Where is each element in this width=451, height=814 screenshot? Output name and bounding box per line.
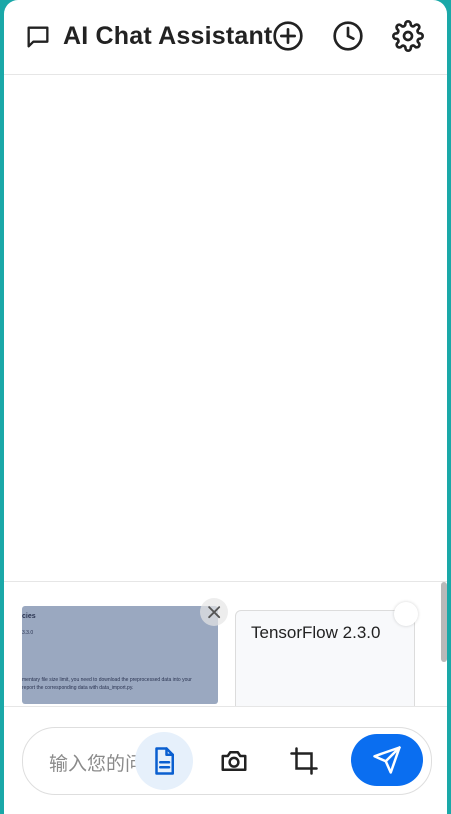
preview-text-line: mentary file size limit, you need to dow…: [22, 677, 192, 683]
image-attachment-preview[interactable]: cies 3.3.0 mentary file size limit, you …: [22, 606, 218, 704]
clock-icon: [333, 21, 363, 51]
settings-button[interactable]: [392, 20, 424, 52]
chat-messages-area: [4, 75, 447, 581]
preview-text-line: 3.3.0: [22, 630, 34, 636]
crop-button[interactable]: [281, 738, 327, 784]
gear-icon: [392, 20, 424, 52]
send-button[interactable]: [351, 734, 423, 786]
history-button[interactable]: [332, 20, 364, 52]
attachment-strip: cies 3.3.0 mentary file size limit, you …: [4, 581, 447, 707]
new-chat-button[interactable]: [272, 20, 304, 52]
attachment-scrollbar[interactable]: [441, 582, 447, 662]
upload-document-button[interactable]: [135, 732, 193, 790]
header: AI Chat Assistant: [4, 0, 447, 75]
composer: 输入您的问题...: [4, 706, 447, 814]
document-icon: [155, 747, 174, 775]
app-title: AI Chat Assistant: [63, 22, 273, 50]
chat-bubble-icon: [27, 26, 49, 48]
remove-attachment-button[interactable]: [200, 598, 228, 626]
message-input[interactable]: 输入您的问题...: [22, 727, 432, 795]
app-window: AI Chat Assistant cies 3.3.0 mentary fil…: [4, 0, 447, 814]
close-icon: [208, 606, 221, 619]
plus-circle-icon: [273, 21, 303, 51]
preview-text-block: mentary file size limit, you need to dow…: [22, 676, 192, 692]
crop-icon: [290, 747, 318, 775]
camera-button[interactable]: [211, 738, 257, 784]
send-icon: [373, 746, 401, 774]
file-card-title: TensorFlow 2.3.0: [251, 623, 381, 642]
preview-text-line: cies: [22, 613, 36, 620]
remove-file-button[interactable]: [394, 602, 418, 626]
file-attachment-card[interactable]: TensorFlow 2.3.0: [235, 610, 415, 707]
camera-icon: [221, 751, 247, 771]
preview-text-line: report the corresponding data with data_…: [22, 685, 134, 691]
